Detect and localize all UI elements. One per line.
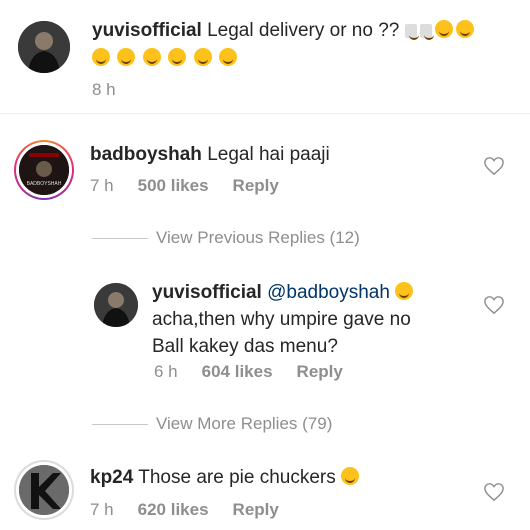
thinking-emoji-icon [117,48,136,66]
comment-body-line: acha,then why umpire gave no [152,309,411,330]
laughing-emoji-icon [219,48,238,66]
avatar-yuvisofficial[interactable] [94,283,138,327]
comment-text: kp24 Those are pie chuckers [90,464,362,491]
laughing-emoji-icon [193,48,212,66]
thinking-emoji-icon [455,20,474,38]
likes-count[interactable]: 620 likes [138,500,209,519]
comment-time: 6 h [154,362,178,381]
emoji-row [92,48,332,70]
comment-meta: 7 h 500 likes Reply [90,176,279,196]
divider [0,113,530,114]
reply-button[interactable]: Reply [297,362,343,381]
view-previous-replies[interactable]: View Previous Replies (12) [92,228,360,248]
username-link[interactable]: yuvisofficial [152,282,262,303]
reply-button[interactable]: Reply [233,176,279,195]
comment-time: 7 h [90,500,114,519]
comment-body: Those are pie chuckers [138,467,336,488]
mention-link[interactable]: @badboyshah [267,282,390,303]
avatar-kp24[interactable] [14,460,74,520]
comment-text: badboyshah Legal hai paaji [90,141,330,168]
like-heart-icon[interactable] [483,482,505,502]
comment-time: 7 h [90,176,114,195]
grinning-emoji-icon [395,282,414,300]
avatar-overlay-text: BADBOYSHAH [27,181,62,187]
view-more-replies[interactable]: View More Replies (79) [92,414,332,434]
comment-text: yuvisofficial Legal delivery or no ?? [92,17,512,44]
comment-body: Legal delivery or no ?? [207,20,400,41]
comment-meta: 6 h 604 likes Reply [154,362,343,382]
like-heart-icon[interactable] [483,156,505,176]
grinning-emoji-icon [341,467,360,485]
comment-text: yuvisofficial @badboyshah acha,then why … [152,279,472,360]
laughing-emoji-icon [168,48,187,66]
comment-time: 8 h [92,80,116,99]
thinking-emoji-icon [142,48,161,66]
likes-count[interactable]: 604 likes [202,362,273,381]
comment-body: Legal hai paaji [207,144,330,165]
avatar-badboyshah[interactable]: BADBOYSHAH [14,140,74,200]
thinking-emoji-icon [434,20,453,38]
avatar-yuvisofficial[interactable] [18,21,70,73]
username-link[interactable]: yuvisofficial [92,20,202,41]
emoji-group [404,20,477,41]
comment-body-line: Ball kakey das menu? [152,336,338,357]
username-link[interactable]: kp24 [90,467,133,488]
reply-button[interactable]: Reply [233,500,279,519]
likes-count[interactable]: 500 likes [138,176,209,195]
username-link[interactable]: badboyshah [90,144,202,165]
like-heart-icon[interactable] [483,295,505,315]
thinking-emoji-icon [92,48,110,66]
comment-meta: 7 h 620 likes Reply [90,500,279,520]
